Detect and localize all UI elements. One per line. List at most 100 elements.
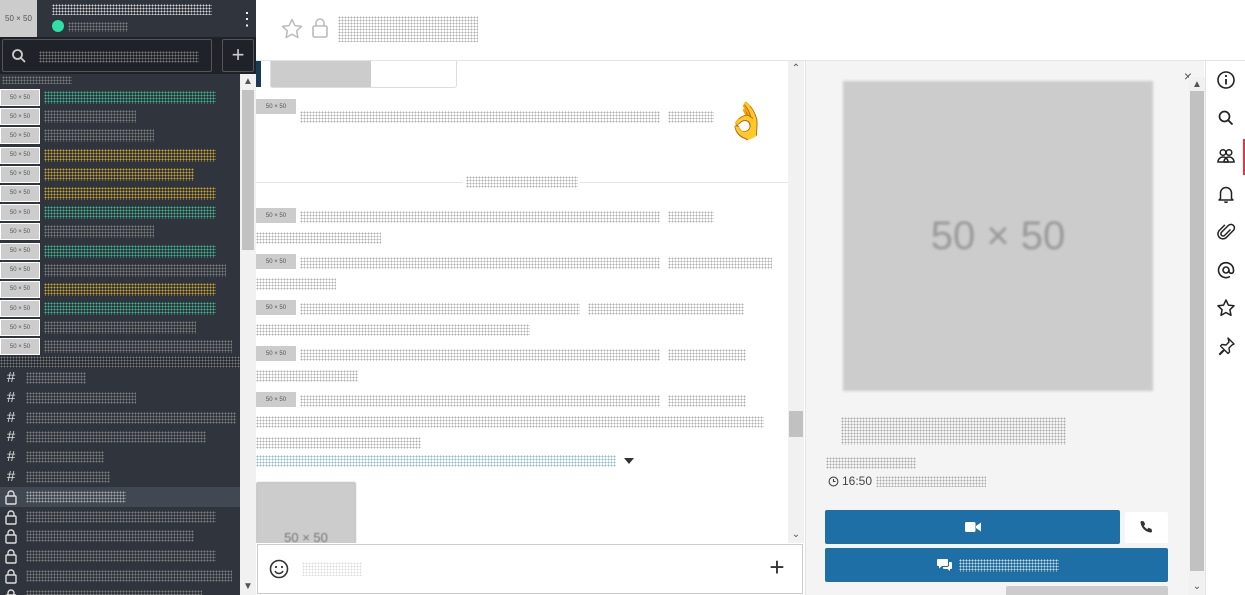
sidebar-search-input[interactable] xyxy=(2,39,212,72)
local-time-row: 16:50 xyxy=(828,473,987,489)
channel-list-item[interactable] xyxy=(0,546,240,566)
message-text xyxy=(256,416,764,428)
dm-name xyxy=(44,91,216,104)
channel-name xyxy=(26,431,206,444)
scroll-down-arrow-icon[interactable]: ⌄ xyxy=(1189,579,1205,595)
channel-name xyxy=(26,530,194,543)
dm-list-item[interactable]: 50 × 50 xyxy=(0,299,240,318)
channel-list-item[interactable] xyxy=(0,566,240,586)
video-call-button[interactable] xyxy=(825,510,1120,544)
message-avatar[interactable]: 50 × 50 xyxy=(256,99,296,114)
scroll-down-arrow-icon[interactable]: ▼ xyxy=(240,579,256,595)
channel-name xyxy=(26,372,86,384)
dm-list-item[interactable]: 50 × 50 xyxy=(0,222,240,241)
message-input[interactable] xyxy=(302,562,362,576)
dm-list-item[interactable]: 50 × 50 xyxy=(0,126,240,145)
dm-list-item[interactable]: 50 × 50 xyxy=(0,107,240,126)
channel-name xyxy=(26,391,136,404)
phone-icon xyxy=(1140,520,1153,533)
create-new-button[interactable]: + xyxy=(222,39,254,72)
audio-call-button[interactable] xyxy=(1125,512,1168,543)
channel-list-item[interactable]: # xyxy=(0,447,240,467)
smiley-icon[interactable] xyxy=(268,558,290,580)
message-scroll-thumb[interactable] xyxy=(789,411,803,437)
message-avatar[interactable]: 50 × 50 xyxy=(256,300,296,315)
hash-icon: # xyxy=(6,408,16,426)
attachment-card[interactable] xyxy=(270,61,457,88)
scroll-up-arrow-icon[interactable]: ⌃ xyxy=(788,61,804,77)
channel-list-item[interactable]: # xyxy=(0,368,240,388)
dm-avatar: 50 × 50 xyxy=(0,204,40,222)
dm-name xyxy=(44,186,216,200)
message-avatar[interactable]: 50 × 50 xyxy=(256,346,296,361)
dm-name xyxy=(44,148,216,162)
message-avatar[interactable]: 50 × 50 xyxy=(256,392,296,407)
channel-list-item[interactable]: # xyxy=(0,408,240,428)
dm-list-item[interactable]: 50 × 50 xyxy=(0,280,240,299)
attachment-icon[interactable] xyxy=(1215,221,1237,243)
kebab-menu-icon[interactable]: ⋮ xyxy=(238,8,256,30)
hash-icon: # xyxy=(6,448,16,466)
message-text xyxy=(668,395,746,407)
channel-list-item[interactable]: # xyxy=(0,427,240,447)
message-text xyxy=(668,349,746,361)
message-text xyxy=(256,370,358,382)
message-avatar[interactable]: 50 × 50 xyxy=(256,208,296,223)
starred-icon[interactable] xyxy=(1215,297,1237,319)
caret-down-icon[interactable] xyxy=(624,457,634,465)
dm-list-item[interactable]: 50 × 50 xyxy=(0,165,240,184)
dm-list-item[interactable]: 50 × 50 xyxy=(0,203,240,222)
members-icon[interactable] xyxy=(1215,145,1237,167)
dm-list-item[interactable]: 50 × 50 xyxy=(0,318,240,337)
clock-icon xyxy=(828,476,839,486)
sidebar-scroll-thumb[interactable] xyxy=(242,90,254,250)
dm-avatar: 50 × 50 xyxy=(0,146,40,164)
pinned-icon[interactable] xyxy=(1215,335,1237,357)
dm-name xyxy=(44,263,226,277)
sidebar-search-row: + xyxy=(0,37,256,74)
message-link[interactable] xyxy=(256,455,616,467)
dm-avatar: 50 × 50 xyxy=(0,338,40,356)
more-actions-button[interactable] xyxy=(1006,586,1168,595)
attachment-thumbnail[interactable] xyxy=(271,61,371,87)
scroll-down-arrow-icon[interactable]: ⌄ xyxy=(788,527,804,543)
reaction-emoji[interactable]: 👌 xyxy=(724,101,769,141)
mentions-icon[interactable] xyxy=(1215,259,1237,281)
channel-list-item[interactable] xyxy=(0,507,240,527)
message-text xyxy=(300,303,580,315)
search-icon[interactable] xyxy=(1215,107,1237,129)
message-avatar[interactable]: 50 × 50 xyxy=(256,254,296,269)
direct-message-button[interactable] xyxy=(825,548,1168,582)
dm-avatar: 50 × 50 xyxy=(0,242,40,260)
image-attachment[interactable]: 50 × 50 xyxy=(256,482,356,543)
info-panel-scroll-thumb[interactable] xyxy=(1190,91,1204,571)
channel-list-item[interactable] xyxy=(0,486,240,507)
dm-list-item[interactable]: 50 × 50 xyxy=(0,184,240,203)
scroll-up-arrow-icon[interactable]: ▲ xyxy=(240,74,256,90)
sidebar-scrollbar[interactable]: ▲ ▼ xyxy=(240,74,256,595)
user-avatar[interactable]: 50 × 50 xyxy=(0,0,37,37)
notifications-icon[interactable] xyxy=(1215,183,1237,205)
channel-list-item[interactable]: # xyxy=(0,467,240,487)
dm-name xyxy=(44,129,154,143)
dm-avatar: 50 × 50 xyxy=(0,127,40,145)
add-attachment-button[interactable]: + xyxy=(766,554,788,580)
lock-icon xyxy=(5,549,17,564)
message-text xyxy=(588,303,744,315)
dm-list-item[interactable]: 50 × 50 xyxy=(0,261,240,280)
message-scrollbar[interactable]: ⌃ ⌄ xyxy=(788,61,804,543)
dm-list-item[interactable]: 50 × 50 xyxy=(0,242,240,261)
dm-list-item[interactable]: 50 × 50 xyxy=(0,146,240,165)
username xyxy=(52,4,212,15)
info-panel-scrollbar[interactable]: ▲ ⌄ xyxy=(1189,77,1205,595)
channel-list-item[interactable] xyxy=(0,526,240,546)
star-outline-icon[interactable] xyxy=(280,17,304,41)
channel-list-item[interactable]: # xyxy=(0,388,240,408)
channel-list-item[interactable] xyxy=(0,586,240,595)
dm-name xyxy=(44,206,216,220)
info-icon[interactable] xyxy=(1215,69,1237,91)
dm-list-item[interactable]: 50 × 50 xyxy=(0,337,240,356)
dm-list-item[interactable]: 50 × 50 xyxy=(0,88,240,107)
room-title xyxy=(338,16,478,42)
channel-name xyxy=(26,451,104,464)
